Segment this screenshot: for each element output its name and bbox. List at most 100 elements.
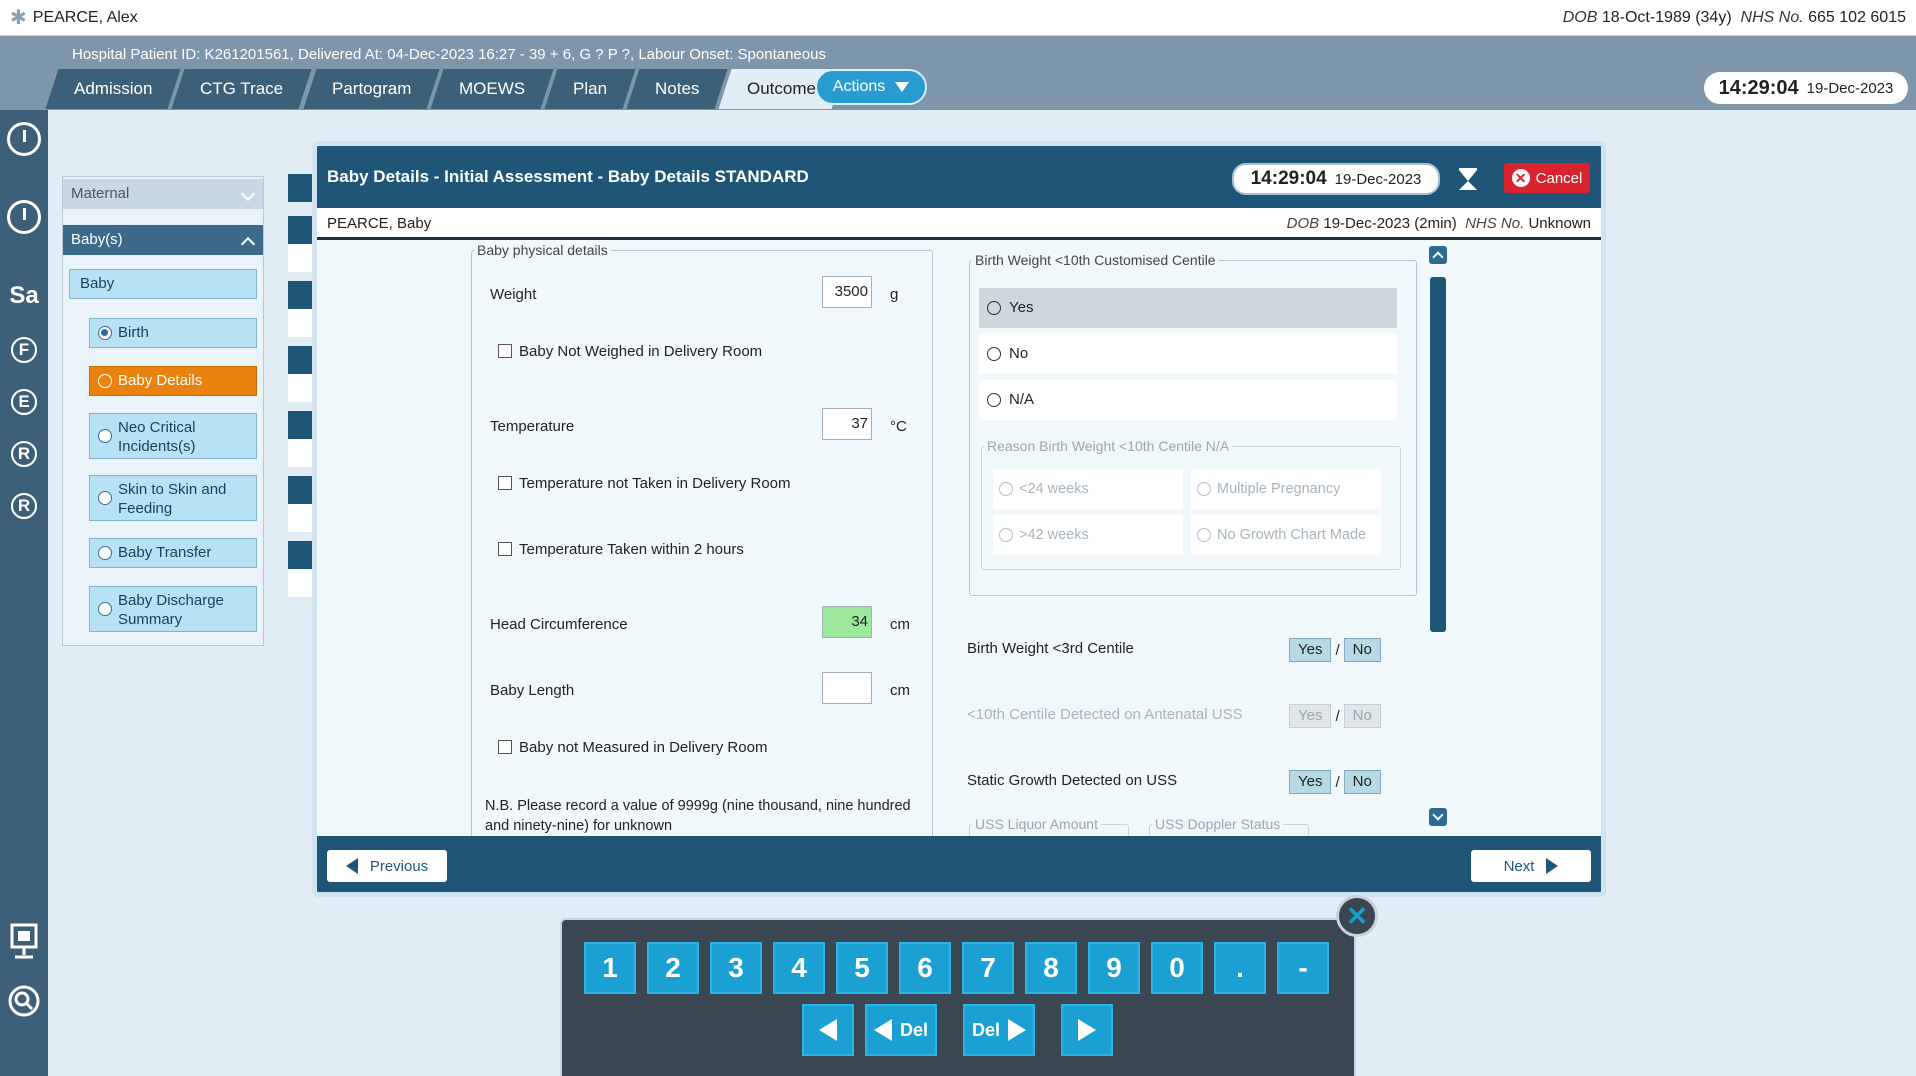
nav-neo-critical[interactable]: Neo Critical Incidents(s) (89, 413, 257, 459)
not-weighed-checkbox[interactable] (498, 344, 512, 358)
radio-icon (987, 393, 1001, 407)
not-measured-checkbox[interactable] (498, 740, 512, 754)
next-button[interactable]: Next (1471, 850, 1591, 882)
radio-icon (98, 491, 112, 505)
star-icon: ✱ (10, 7, 27, 29)
temperature-input[interactable]: 37 (822, 408, 872, 440)
nav-birth[interactable]: Birth (89, 318, 257, 348)
centile-yes-option[interactable]: Yes (979, 288, 1397, 328)
bw-3rd-yes[interactable]: Yes (1289, 638, 1332, 662)
key-9[interactable]: 9 (1088, 942, 1140, 994)
weight-unit: g (890, 286, 899, 303)
accordion-babies[interactable]: Baby(s) (63, 225, 263, 255)
key-0[interactable]: 0 (1151, 942, 1203, 994)
tab-admission[interactable]: Admission (45, 69, 181, 109)
key-minus[interactable]: - (1277, 942, 1329, 994)
sa-icon[interactable]: Sa (0, 282, 48, 310)
tab-plan[interactable]: Plan (544, 69, 636, 109)
reason-no-chart-option[interactable]: No Growth Chart Made (1191, 515, 1381, 555)
cancel-button[interactable]: ✕ Cancel (1504, 163, 1590, 193)
radio-icon (999, 482, 1013, 496)
unknown-weight-note: N.B. Please record a value of 9999g (nin… (485, 798, 911, 834)
clock-icon[interactable] (0, 122, 48, 160)
hourglass-icon[interactable] (1459, 168, 1477, 190)
baby-banner: PEARCE, Baby DOB 19-Dec-2023 (2min) NHS … (317, 208, 1601, 240)
head-circumference-unit: cm (890, 616, 910, 633)
search-icon[interactable] (0, 984, 48, 1022)
r-icon-2[interactable]: R (0, 493, 48, 519)
nav-baby-discharge[interactable]: Baby Discharge Summary (89, 586, 257, 632)
cursor-left-button[interactable] (802, 1004, 854, 1056)
scroll-down-icon[interactable] (1429, 808, 1447, 826)
scroll-thumb[interactable] (1430, 277, 1446, 632)
reason-multiple-option[interactable]: Multiple Pregnancy (1191, 469, 1381, 509)
dialog-body: Baby physical details Weight 3500 g Baby… (317, 240, 1601, 836)
radio-icon (999, 528, 1013, 542)
uss-10th-no[interactable]: No (1343, 704, 1381, 728)
dialog-footer: Previous Next (317, 836, 1601, 892)
history-clock-icon[interactable] (0, 200, 48, 238)
baby-length-label: Baby Length (490, 682, 575, 699)
arrow-right-icon (1546, 858, 1559, 874)
baby-details-dialog: Baby Details - Initial Assessment - Baby… (312, 141, 1606, 897)
r-icon[interactable]: R (0, 441, 48, 467)
key-4[interactable]: 4 (773, 942, 825, 994)
f-icon[interactable]: F (0, 337, 48, 363)
nav-baby[interactable]: Baby (69, 269, 257, 299)
key-8[interactable]: 8 (1025, 942, 1077, 994)
centile-na-option[interactable]: N/A (979, 380, 1397, 420)
key-7[interactable]: 7 (962, 942, 1014, 994)
uss-liquor-group: USS Liquor Amount (969, 816, 1129, 836)
nav-skin-to-skin[interactable]: Skin to Skin and Feeding (89, 475, 257, 521)
presentation-icon[interactable] (0, 922, 48, 964)
temperature-unit: °C (890, 418, 907, 435)
head-circumference-input[interactable]: 34 (822, 606, 872, 638)
tab-notes[interactable]: Notes (626, 69, 728, 109)
dialog-datetime[interactable]: 14:29:04 19-Dec-2023 (1232, 163, 1440, 195)
key-1[interactable]: 1 (584, 942, 636, 994)
key-3[interactable]: 3 (710, 942, 762, 994)
radio-icon (1197, 482, 1211, 496)
header-clock: 14:29:04 19-Dec-2023 (1704, 72, 1908, 104)
left-nav-panel: Maternal Baby(s) Baby Birth Baby Details… (62, 176, 264, 646)
delete-back-button[interactable]: Del (865, 1004, 937, 1056)
scroll-up-icon[interactable] (1429, 246, 1447, 264)
static-growth-no[interactable]: No (1343, 770, 1381, 794)
tab-ctg-trace[interactable]: CTG Trace (171, 69, 313, 109)
patient-banner: ✱ PEARCE, Alex DOB 18-Oct-1989 (34y) NHS… (0, 0, 1916, 36)
dialog-scrollbar[interactable] (1429, 246, 1449, 826)
uss-10th-label: <10th Centile Detected on Antenatal USS (967, 706, 1243, 723)
e-icon[interactable]: E (0, 389, 48, 415)
bw-3rd-no[interactable]: No (1343, 638, 1381, 662)
nav-baby-transfer[interactable]: Baby Transfer (89, 538, 257, 568)
arrow-left-icon (345, 858, 358, 874)
chevron-up-icon (240, 236, 256, 252)
temp-not-taken-checkbox[interactable] (498, 476, 512, 490)
key-5[interactable]: 5 (836, 942, 888, 994)
baby-length-input[interactable] (822, 672, 872, 704)
accordion-maternal[interactable]: Maternal (63, 179, 263, 209)
uss-10th-yes[interactable]: Yes (1289, 704, 1332, 728)
temp-2h-label: Temperature Taken within 2 hours (519, 541, 744, 558)
previous-button[interactable]: Previous (327, 850, 447, 882)
bw-3rd-toggle: Yes / No (1289, 637, 1381, 663)
weight-input[interactable]: 3500 (822, 276, 872, 308)
tab-partogram[interactable]: Partogram (303, 69, 440, 109)
nav-baby-details[interactable]: Baby Details (89, 366, 257, 396)
centile-no-option[interactable]: No (979, 334, 1397, 374)
chevron-down-icon (240, 186, 256, 202)
cursor-right-button[interactable] (1061, 1004, 1113, 1056)
patient-dob: 18-Oct-1989 (34y) (1601, 9, 1732, 26)
reason-lt24-option[interactable]: <24 weeks (993, 469, 1183, 509)
temp-2h-checkbox[interactable] (498, 542, 512, 556)
tab-moews[interactable]: MOEWS (430, 69, 554, 109)
actions-button[interactable]: Actions (815, 69, 927, 105)
key-dot[interactable]: . (1214, 942, 1266, 994)
key-2[interactable]: 2 (647, 942, 699, 994)
not-weighed-label: Baby Not Weighed in Delivery Room (519, 343, 763, 360)
key-6[interactable]: 6 (899, 942, 951, 994)
reason-gt42-option[interactable]: >42 weeks (993, 515, 1183, 555)
static-growth-yes[interactable]: Yes (1289, 770, 1332, 794)
keypad-close-icon[interactable]: ✕ (1336, 895, 1378, 937)
delete-forward-button[interactable]: Del (963, 1004, 1035, 1056)
